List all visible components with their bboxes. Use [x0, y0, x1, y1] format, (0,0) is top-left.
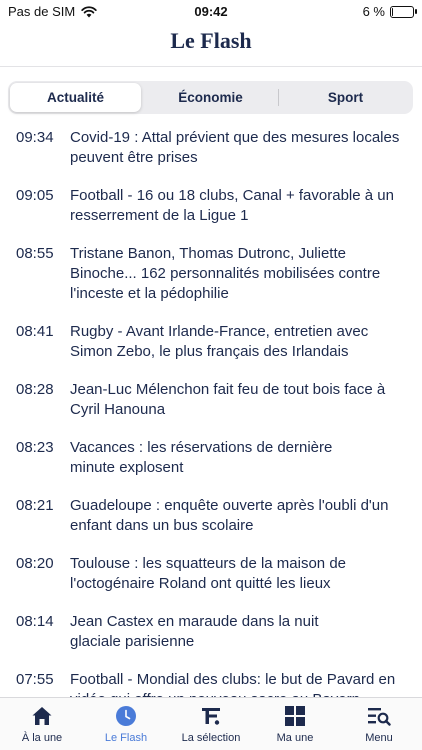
news-headline: Football - Mondial des clubs: le but de …: [70, 671, 396, 698]
battery-percent: 6 %: [362, 4, 385, 19]
segment-economie[interactable]: Économie: [145, 83, 276, 112]
page-title: Le Flash: [170, 28, 252, 53]
news-time: 08:14: [16, 613, 54, 630]
grid-icon: [285, 706, 305, 726]
news-headline: Guadeloupe : enquête ouverte après l'oub…: [70, 497, 389, 534]
news-time: 08:23: [16, 439, 54, 456]
tab-la-selection[interactable]: La sélection: [169, 704, 253, 744]
news-headline: Football - 16 ou 18 clubs, Canal + favor…: [70, 187, 394, 224]
news-headline: Covid-19 : Attal prévient que des mesure…: [70, 129, 400, 166]
tab-label: Le Flash: [104, 732, 148, 744]
news-headline: Vacances : les réservations de dernière …: [70, 439, 333, 476]
battery-icon: [390, 5, 417, 18]
selection-logo-icon: [202, 708, 220, 725]
tab-ma-une[interactable]: Ma une: [253, 704, 337, 744]
tab-bar: À la une Le Flash La sélection Ma une Me…: [0, 697, 422, 750]
clock-icon: [116, 706, 136, 726]
segmented-control: Actualité Économie Sport: [8, 81, 413, 114]
news-headline: Jean Castex en maraude dans la nuit glac…: [70, 613, 319, 650]
news-headline: Toulouse : les squatteurs de la maison d…: [70, 555, 346, 592]
tab-le-flash[interactable]: Le Flash: [84, 704, 168, 744]
status-bar: Pas de SIM 09:42 6 %: [0, 0, 422, 22]
clock-time: 09:42: [194, 4, 228, 19]
tab-a-la-une[interactable]: À la une: [0, 704, 84, 744]
news-time: 08:21: [16, 497, 54, 514]
news-headline: Tristane Banon, Thomas Dutronc, Juliette…: [70, 245, 381, 302]
news-time: 09:05: [16, 187, 54, 204]
header-divider: [0, 66, 422, 67]
home-icon: [32, 707, 52, 725]
tab-label: La sélection: [181, 732, 241, 744]
news-time: 08:20: [16, 555, 54, 572]
menu-search-icon: [368, 708, 391, 726]
news-time: 08:55: [16, 245, 54, 262]
tab-label: Ma une: [276, 732, 314, 744]
news-feed: 09:34 Covid-19 : Attal prévient que des …: [0, 126, 422, 698]
tab-label: À la une: [21, 732, 63, 744]
segment-divider: [278, 89, 279, 106]
segment-sport[interactable]: Sport: [280, 83, 411, 112]
battery-fill: [392, 7, 393, 16]
status-right: 6 %: [362, 4, 417, 19]
segment-actualite[interactable]: Actualité: [10, 83, 141, 112]
news-headline: Rugby - Avant Irlande-France, entretien …: [70, 323, 369, 360]
news-time: 08:41: [16, 323, 54, 340]
news-time: 07:55: [16, 671, 54, 688]
news-time: 08:28: [16, 381, 54, 398]
tab-menu[interactable]: Menu: [337, 704, 421, 744]
news-headline: Jean-Luc Mélenchon fait feu de tout bois…: [70, 381, 386, 418]
tab-label: Menu: [365, 732, 393, 744]
news-time: 09:34: [16, 129, 54, 146]
